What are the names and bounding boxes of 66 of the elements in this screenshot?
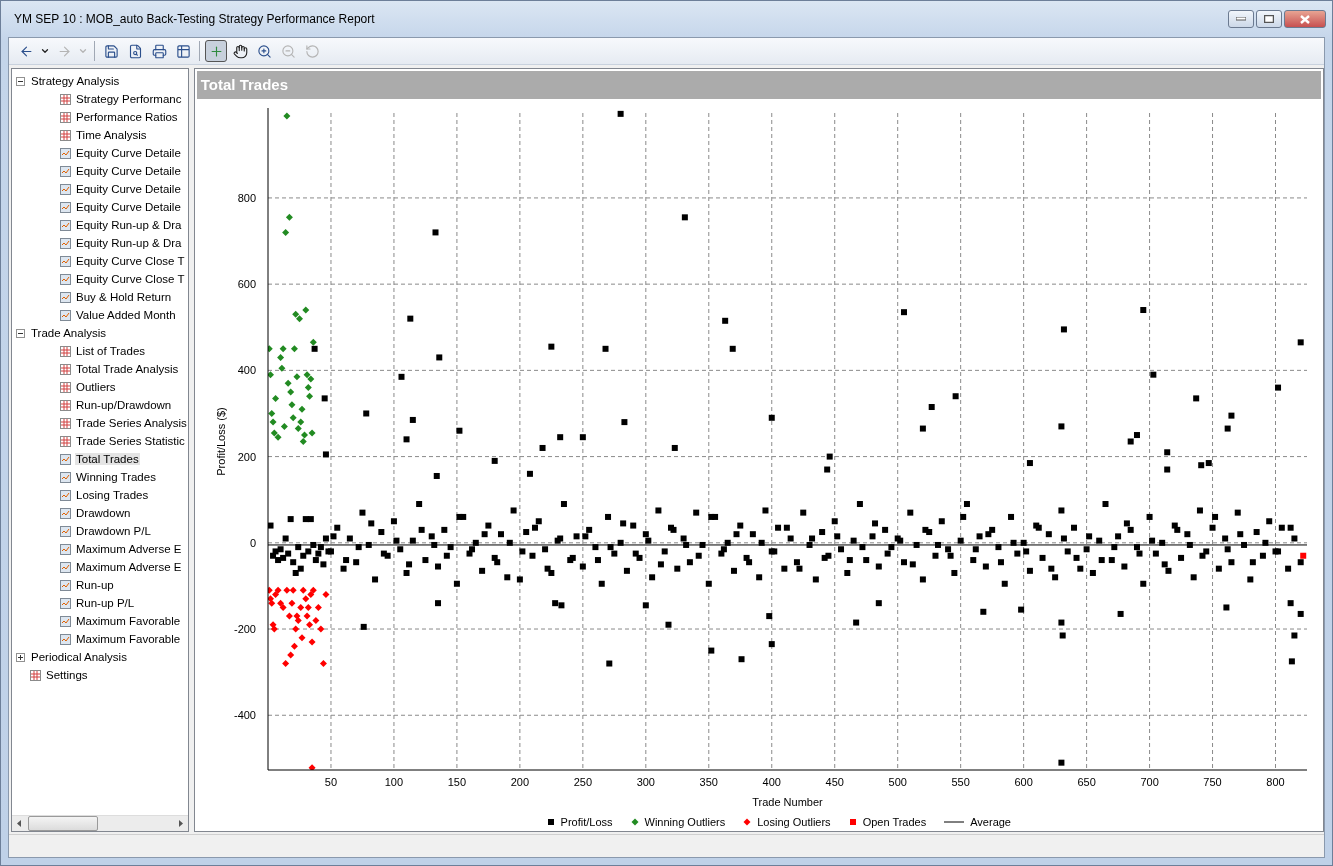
tree-item[interactable]: Drawdown P/L [75,525,152,537]
tree-item[interactable]: Equity Run-up & Dra [75,237,183,249]
tree-item[interactable]: Losing Trades [75,489,150,501]
x-tick-label: 300 [636,775,655,788]
y-tick-label: 600 [237,277,256,290]
tree-item[interactable]: Run-up/Drawdown [75,399,173,411]
window-title: YM SEP 10 : MOB_auto Back-Testing Strategy Performance Report [14,12,376,26]
tree-item[interactable]: Strategy Performanc [75,93,183,105]
y-tick-label: 200 [237,450,256,463]
x-tick-label: 800 [1266,775,1285,788]
x-tick-label: 700 [1140,775,1159,788]
tree-item[interactable]: Outliers [75,381,117,393]
tree-item[interactable]: Periodical Analysis [30,651,128,663]
y-tick-label: 400 [237,364,256,377]
y-tick-label: -400 [233,709,256,722]
tree-item[interactable]: Equity Curve Close T [75,273,186,285]
x-tick-label: 750 [1203,775,1222,788]
x-tick-label: 550 [951,775,970,788]
tree-item[interactable]: Winning Trades [75,471,157,483]
x-tick-label: 150 [447,775,466,788]
tree-item[interactable]: Strategy Analysis [30,75,121,87]
x-tick-label: 200 [510,775,529,788]
tree-item[interactable]: Trade Series Statistic [75,435,186,447]
legend-label: Losing Outliers [757,816,831,829]
x-tick-label: 100 [384,775,403,788]
tree-item[interactable]: Trade Analysis [30,327,107,339]
tree-item[interactable]: Equity Curve Detaile [75,165,182,177]
tree-item[interactable]: Equity Curve Close T [75,255,186,267]
tree-item[interactable]: Run-up [75,579,115,591]
x-tick-label: 500 [888,775,907,788]
tree-item[interactable]: Maximum Adverse E [75,561,183,573]
tree-item[interactable]: Equity Curve Detaile [75,147,182,159]
tree-item[interactable]: Maximum Favorable [75,615,182,627]
x-tick-label: 600 [1014,775,1033,788]
x-tick-label: 50 [324,775,337,788]
tree-item[interactable]: List of Trades [75,345,147,357]
x-tick-label: 650 [1077,775,1096,788]
tree-item[interactable]: Equity Curve Detaile [75,183,182,195]
tree-item[interactable]: Settings [45,669,89,681]
x-tick-label: 400 [762,775,781,788]
y-axis-title: Profit/Loss ($) [214,407,227,476]
report-title: Total Trades [196,71,1321,99]
tree-item[interactable]: Drawdown [75,507,132,519]
tree-item[interactable]: Total Trade Analysis [75,363,180,375]
tree-item[interactable]: Equity Run-up & Dra [75,219,183,231]
x-tick-label: 450 [825,775,844,788]
legend-label: Winning Outliers [644,816,726,829]
tree-item[interactable]: Value Added Month [75,309,177,321]
x-tick-label: 350 [699,775,718,788]
x-axis-title: Trade Number [752,795,823,808]
tree-item[interactable]: Maximum Favorable [75,633,182,645]
legend-label: Average [970,816,1011,829]
tree-item[interactable]: Performance Ratios [75,111,179,123]
y-tick-label: 0 [249,536,256,549]
tree-item[interactable]: Trade Series Analysis [75,417,188,429]
tree-item[interactable]: Buy & Hold Return [75,291,173,303]
legend-label: Profit/Loss [560,816,613,829]
tree-item[interactable]: Total Trades [75,453,140,465]
tree-item[interactable]: Equity Curve Detaile [75,201,182,213]
tree-item[interactable]: Maximum Adverse E [75,543,183,555]
tree-item[interactable]: Run-up P/L [75,597,136,609]
x-tick-label: 250 [573,775,592,788]
y-tick-label: -200 [233,622,256,635]
legend-label: Open Trades [862,816,927,829]
y-tick-label: 800 [237,191,256,204]
tree-item[interactable]: Time Analysis [75,129,148,141]
